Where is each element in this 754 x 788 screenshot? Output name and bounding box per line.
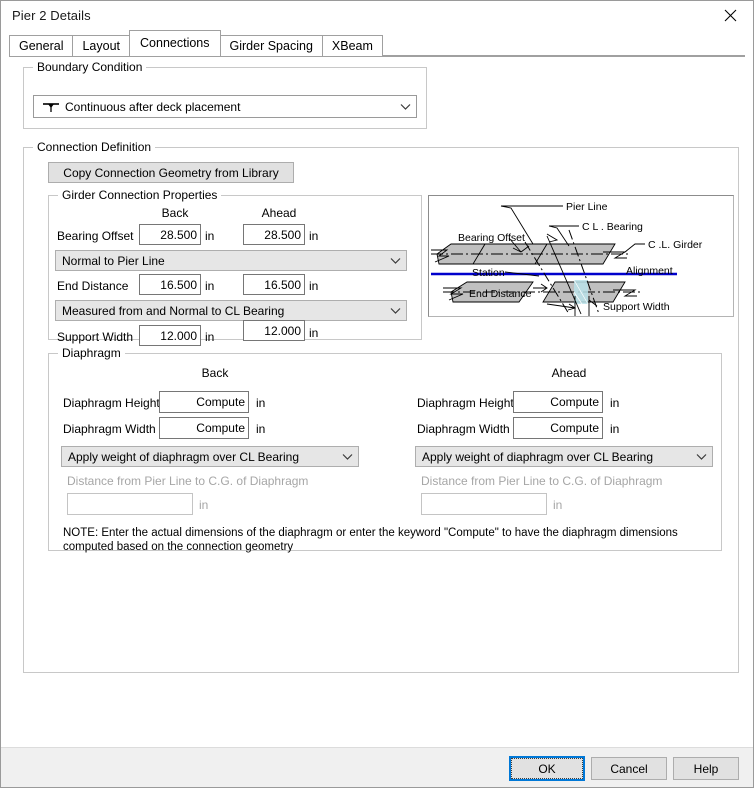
end-distance-ahead-input[interactable] [243,274,305,295]
ok-button[interactable]: OK [509,756,585,781]
support-width-label: Support Width [57,330,134,344]
end-distance-measure-value: Measured from and Normal to CL Bearing [62,303,285,318]
diaphragm-back-height-input[interactable] [159,391,249,413]
diaphragm-col-header-ahead: Ahead [551,366,587,380]
girder-connection-properties-group: Girder Connection Properties Back Ahead … [48,188,422,346]
diaphragm-ahead-height-input[interactable] [513,391,603,413]
ok-button-label: OK [538,761,556,776]
tab-general[interactable]: General [9,35,74,56]
close-icon [724,9,736,21]
chevron-down-icon [384,257,406,265]
diaphragm-back-width-input[interactable] [159,417,249,439]
bearing-offset-back-input[interactable] [139,224,201,245]
diaphragm-ahead-height-unit: in [610,396,620,410]
diaphragm-ahead-width-unit: in [610,422,620,436]
diagram-label-end-distance: End Distance [469,288,532,300]
end-distance-back-input[interactable] [139,274,201,295]
connections-panel: Boundary Condition Continuous after deck… [9,56,745,747]
diaphragm-back-height-label: Diaphragm Height [63,396,160,410]
bearing-offset-ahead-unit: in [309,229,319,243]
pier-details-dialog: Pier 2 Details General Layout Connection… [0,0,754,788]
end-distance-back-unit: in [205,279,215,293]
boundary-condition-legend: Boundary Condition [33,60,147,74]
chevron-down-icon [336,453,358,461]
tab-girder-spacing[interactable]: Girder Spacing [219,35,323,56]
tab-strip: General Layout Connections Girder Spacin… [1,30,753,56]
diaphragm-ahead-width-label: Diaphragm Width [417,422,510,436]
diaphragm-back-distance-label: Distance from Pier Line to C.G. of Diaph… [67,474,309,488]
diaphragm-legend: Diaphragm [58,346,125,360]
connection-definition-legend: Connection Definition [33,140,156,154]
support-width-ahead-unit: in [309,326,319,340]
support-width-ahead-input[interactable] [243,320,305,341]
diaphragm-ahead-width-input[interactable] [513,417,603,439]
diaphragm-ahead-weight-select[interactable]: Apply weight of diaphragm over CL Bearin… [415,446,713,467]
tab-xbeam[interactable]: XBeam [321,35,383,56]
girder-connection-properties-legend: Girder Connection Properties [58,188,222,202]
diagram-label-cl-bearing: C L . Bearing [582,221,643,233]
boundary-condition-group: Boundary Condition Continuous after deck… [23,60,427,129]
diaphragm-ahead-distance-unit: in [553,498,563,512]
diaphragm-col-header-back: Back [201,366,229,380]
support-width-back-unit: in [205,330,215,344]
tab-connections[interactable]: Connections [129,30,221,56]
chevron-down-icon [394,103,416,111]
end-distance-ahead-unit: in [309,279,319,293]
title-bar: Pier 2 Details [1,1,753,30]
pier-support-icon [40,99,62,115]
support-width-hatch [573,279,589,305]
diaphragm-ahead-distance-input[interactable] [421,493,547,515]
diaphragm-back-width-label: Diaphragm Width [63,422,156,436]
diaphragm-back-distance-unit: in [199,498,209,512]
diaphragm-ahead-distance-label: Distance from Pier Line to C.G. of Diaph… [421,474,663,488]
close-button[interactable] [707,1,753,29]
window-title: Pier 2 Details [12,8,91,23]
diaphragm-back-weight-select[interactable]: Apply weight of diaphragm over CL Bearin… [61,446,359,467]
boundary-condition-value: Continuous after deck placement [65,99,241,114]
diagram-label-station: Station [472,267,505,279]
bearing-offset-measure-value: Normal to Pier Line [62,253,165,268]
diagram-label-bearing-offset: Bearing Offset [458,232,525,244]
diagram-svg: Pier Line C L . Bearing C .L. Girder Bea… [429,196,733,316]
diaphragm-back-width-unit: in [256,422,266,436]
diaphragm-back-distance-input[interactable] [67,493,193,515]
bearing-offset-back-unit: in [205,229,215,243]
help-button[interactable]: Help [673,757,739,780]
diaphragm-ahead-height-label: Diaphragm Height [417,396,514,410]
end-distance-measure-select[interactable]: Measured from and Normal to CL Bearing [55,300,407,321]
girder-col-header-back: Back [161,206,189,220]
cancel-button[interactable]: Cancel [591,757,667,780]
connection-definition-group: Connection Definition Copy Connection Ge… [23,140,739,673]
diaphragm-back-height-unit: in [256,396,266,410]
support-width-back-input[interactable] [139,325,201,346]
bearing-offset-ahead-input[interactable] [243,224,305,245]
bearing-offset-measure-select[interactable]: Normal to Pier Line [55,250,407,271]
end-distance-label: End Distance [57,279,129,293]
diaphragm-ahead-weight-value: Apply weight of diaphragm over CL Bearin… [422,449,654,464]
boundary-condition-select[interactable]: Continuous after deck placement [33,95,417,118]
tab-layout[interactable]: Layout [72,35,131,56]
diagram-label-alignment: Alignment [626,265,673,277]
diagram-label-support-width: Support Width [603,301,670,313]
girder-col-header-ahead: Ahead [261,206,297,220]
copy-connection-geometry-button[interactable]: Copy Connection Geometry from Library [48,162,294,183]
diaphragm-back-weight-value: Apply weight of diaphragm over CL Bearin… [68,449,300,464]
diaphragm-group: Diaphragm Back Ahead Diaphragm Height in… [48,346,722,553]
ok-button-focus-ring: OK [511,758,583,779]
chevron-down-icon [690,453,712,461]
diagram-label-cl-girder: C .L. Girder [648,239,703,251]
dialog-footer: OK Cancel Help [1,747,753,787]
diagram-label-pier-line: Pier Line [566,201,608,213]
chevron-down-icon [384,307,406,315]
diaphragm-note: NOTE: Enter the actual dimensions of the… [63,527,678,553]
connection-geometry-diagram: Pier Line C L . Bearing C .L. Girder Bea… [428,195,734,317]
bearing-offset-label: Bearing Offset [57,229,134,243]
